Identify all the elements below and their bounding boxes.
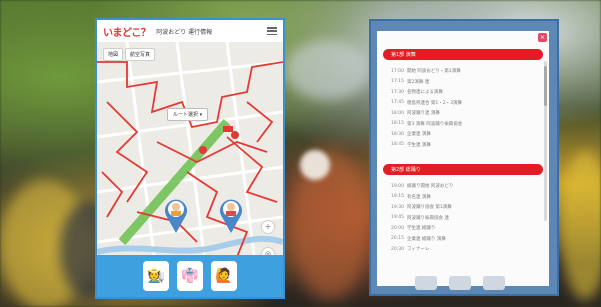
schedule-item-time: 18:15 [391, 121, 404, 127]
schedule-item-text: 企業連 演舞 [407, 132, 431, 138]
schedule-item-text: 企業連 総踊り 演舞 [407, 236, 446, 242]
schedule-item-time: 19:45 [391, 215, 404, 221]
schedule-section-1-header: 第1部 演舞 [383, 49, 543, 60]
schedule-item-text: 総踊り開始 阿波おどり [407, 184, 454, 190]
schedule-item-time: 17:15 [391, 79, 404, 85]
character-select-bar: 🧑‍🌾 👘 🙋 [97, 255, 283, 297]
schedule-item-text: 徳島県連合 第1・2・3演舞 [407, 100, 463, 106]
map-view[interactable]: 地図 航空写真 ルート選択 ▾ ＋ ◎ [97, 42, 283, 279]
schedule-item-time: 17:45 [391, 100, 404, 106]
hamburger-menu-icon[interactable] [267, 27, 277, 35]
footer-button-2[interactable] [449, 276, 471, 290]
schedule-item-text: 第3 演舞 阿波踊り振興協会 [407, 121, 463, 127]
app-header: いまどこ？ 阿波おどり 運行情報 [97, 20, 283, 43]
schedule-item: 18:00 阿波踊り連 演舞 [391, 108, 549, 119]
schedule-item-text: 学生連 総踊り [407, 226, 436, 232]
scrollbar-thumb[interactable] [544, 66, 547, 106]
schedule-item-text: 阿波踊り振興協会 連 [407, 215, 449, 221]
schedule-item-time: 17:30 [391, 89, 404, 95]
schedule-item-time: 19:00 [391, 183, 404, 189]
zoom-in-button[interactable]: ＋ [261, 220, 275, 234]
tab-satellite[interactable]: 航空写真 [125, 48, 156, 61]
schedule-item-time: 18:45 [391, 142, 404, 148]
close-button[interactable]: × [538, 33, 547, 42]
schedule-item: 20:15 企業連 総踊り 演舞 [391, 234, 549, 245]
schedule-footer [415, 276, 505, 290]
schedule-item-text: 第2演舞 連 [407, 79, 430, 85]
schedule-item-text: 学生連 演舞 [407, 142, 431, 148]
schedule-item-text: 有名連 演舞 [407, 194, 431, 200]
schedule-item: 20:30 フィナーレ [391, 244, 549, 255]
schedule-item: 19:45 阿波踊り振興協会 連 [391, 213, 549, 224]
map-canvas [97, 42, 283, 279]
character-button-3[interactable]: 🙋 [211, 261, 237, 291]
tab-map[interactable]: 地図 [103, 48, 124, 61]
schedule-item-time: 18:30 [391, 131, 404, 137]
app-logo: いまどこ？ [103, 27, 151, 39]
schedule-item: 17:00 開始 阿波おどり・第1演舞 [391, 66, 549, 77]
schedule-item: 18:15 第3 演舞 阿波踊り振興協会 [391, 119, 549, 130]
schedule-item-time: 18:00 [391, 110, 404, 116]
schedule-phone-screen: × 第1部 演舞 17:00 開始 阿波おどり・第1演舞 17:15 第2演舞 連 17… [369, 19, 559, 296]
character-button-1[interactable]: 🧑‍🌾 [143, 261, 169, 291]
schedule-item-time: 19:30 [391, 204, 404, 210]
map-type-tabs: 地図 航空写真 [103, 48, 156, 61]
schedule-item: 19:00 総踊り開始 阿波おどり [391, 181, 549, 192]
schedule-item-time: 20:00 [391, 225, 404, 231]
schedule-panel: × 第1部 演舞 17:00 開始 阿波おどり・第1演舞 17:15 第2演舞 連 17… [377, 31, 549, 286]
schedule-item-time: 20:30 [391, 246, 404, 252]
schedule-item: 19:15 有名連 演舞 [391, 192, 549, 203]
footer-button-3[interactable] [483, 276, 505, 290]
schedule-item: 18:45 学生連 演舞 [391, 140, 549, 151]
schedule-item-time: 17:00 [391, 68, 404, 74]
route-select[interactable]: ルート選択 ▾ [167, 108, 209, 121]
map-phone-screen: いまどこ？ 阿波おどり 運行情報 [95, 18, 285, 299]
footer-button-1[interactable] [415, 276, 437, 290]
character-button-2[interactable]: 👘 [177, 261, 203, 291]
schedule-item: 18:30 企業連 演舞 [391, 129, 549, 140]
schedule-item-text: 名物連による演舞 [407, 90, 443, 96]
character-pin-2[interactable] [218, 197, 244, 233]
schedule-item: 20:00 学生連 総踊り [391, 223, 549, 234]
schedule-item: 19:30 阿波踊り協会 第1演舞 [391, 202, 549, 213]
schedule-section-2-header: 第2部 総踊り [383, 164, 543, 175]
schedule-item-text: フィナーレ [407, 247, 430, 253]
schedule-item-time: 19:15 [391, 194, 404, 200]
schedule-list-2: 19:00 総踊り開始 阿波おどり 19:15 有名連 演舞 19:30 阿波踊り協会 第… [377, 181, 549, 255]
schedule-list-1: 17:00 開始 阿波おどり・第1演舞 17:15 第2演舞 連 17:30 名物連による… [377, 66, 549, 150]
character-pin-1[interactable] [163, 197, 189, 233]
schedule-item-text: 開始 阿波おどり・第1演舞 [407, 69, 461, 75]
schedule-item: 17:15 第2演舞 連 [391, 77, 549, 88]
schedule-item: 17:45 徳島県連合 第1・2・3演舞 [391, 98, 549, 109]
schedule-item-text: 阿波踊り連 演舞 [407, 111, 440, 117]
schedule-item-text: 阿波踊り協会 第1演舞 [407, 205, 452, 211]
schedule-item: 17:30 名物連による演舞 [391, 87, 549, 98]
schedule-item-time: 20:15 [391, 236, 404, 242]
header-title: 阿波おどり 運行情報 [156, 28, 213, 36]
